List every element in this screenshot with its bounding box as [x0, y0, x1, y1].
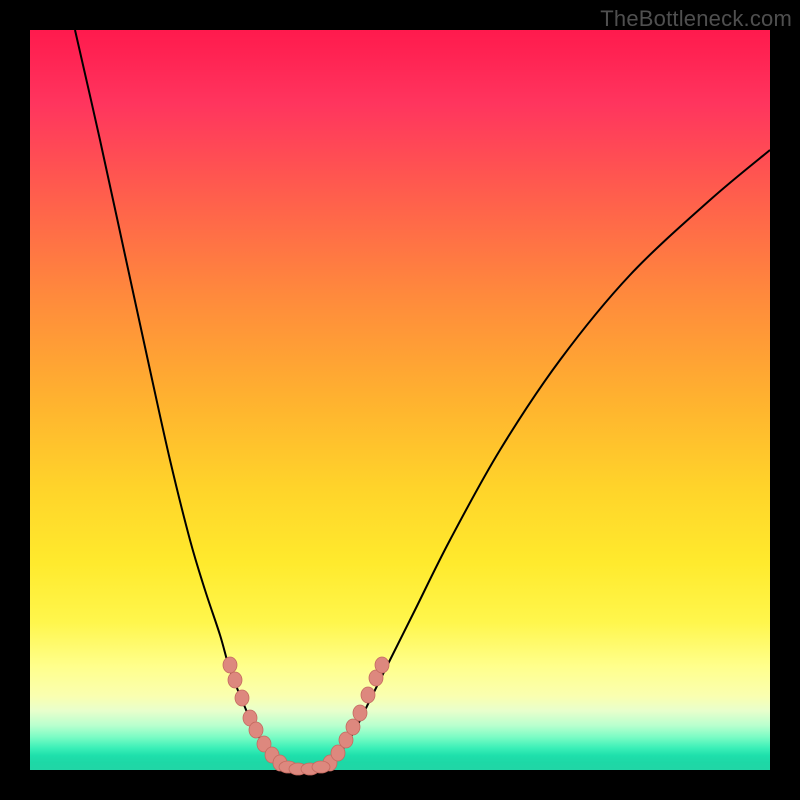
curve-marker [353, 705, 367, 721]
curve-marker [228, 672, 242, 688]
curve-marker [249, 722, 263, 738]
markers-right [323, 657, 389, 771]
chart-frame: TheBottleneck.com [0, 0, 800, 800]
curve-marker [223, 657, 237, 673]
curve-marker [375, 657, 389, 673]
markers-left [223, 657, 287, 771]
curve-marker [346, 719, 360, 735]
right-curve [330, 150, 770, 765]
left-curve [75, 30, 280, 765]
markers-bottom [279, 761, 330, 775]
curve-marker [312, 761, 330, 773]
watermark-text: TheBottleneck.com [600, 6, 792, 32]
curve-marker [235, 690, 249, 706]
curve-layer [30, 30, 770, 770]
plot-area [30, 30, 770, 770]
curve-marker [361, 687, 375, 703]
